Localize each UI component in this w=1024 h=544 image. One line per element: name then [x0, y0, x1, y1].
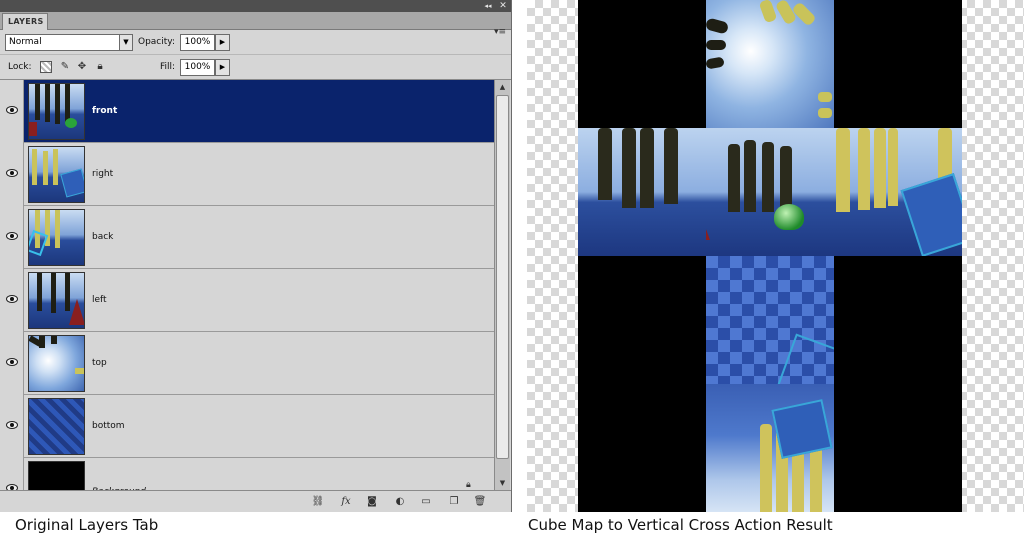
- cross-face-bottom: [706, 256, 834, 384]
- visibility-toggle[interactable]: [0, 143, 24, 206]
- layer-name[interactable]: left: [92, 269, 107, 332]
- caption-cross-result: Cube Map to Vertical Cross Action Result: [528, 516, 833, 534]
- visibility-toggle[interactable]: [0, 458, 24, 490]
- visibility-toggle[interactable]: [0, 332, 24, 395]
- lock-label: Lock:: [8, 62, 32, 72]
- layer-lock-icon: 🔒︎: [466, 480, 471, 490]
- layer-thumbnail: [28, 83, 85, 140]
- cross-face-front: [706, 128, 834, 256]
- layer-list: front right back left top bottom 🔒︎: [0, 80, 494, 490]
- blend-row: Normal ▼ Opacity: 100% ▶: [0, 30, 511, 55]
- new-layer-icon[interactable]: ❐: [446, 494, 462, 509]
- layer-list-scrollbar[interactable]: ▲ ▼: [494, 80, 510, 490]
- cross-face-left: [578, 128, 706, 256]
- eye-icon[interactable]: [6, 295, 18, 303]
- link-layers-icon[interactable]: ⛓︎: [310, 494, 326, 509]
- eye-icon[interactable]: [6, 232, 18, 240]
- eye-icon[interactable]: [6, 106, 18, 114]
- fill-slider-button[interactable]: ▶: [215, 59, 230, 76]
- lock-transparent-pixels-icon[interactable]: [40, 61, 52, 73]
- visibility-toggle[interactable]: [0, 395, 24, 458]
- layers-panel: ◂◂ ✕ LAYERS ▾≡ Normal ▼ Opacity: 100% ▶ …: [0, 0, 512, 512]
- chevron-down-icon[interactable]: ▼: [119, 35, 132, 50]
- layer-name[interactable]: front: [92, 80, 117, 143]
- caption-original-layers: Original Layers Tab: [15, 516, 159, 534]
- layer-thumbnail: [28, 461, 85, 490]
- scroll-up-icon[interactable]: ▲: [495, 80, 510, 94]
- fill-input[interactable]: 100%: [180, 59, 215, 76]
- collapse-icon[interactable]: ◂◂: [483, 0, 493, 12]
- cross-face-back: [706, 384, 834, 512]
- blend-mode-select[interactable]: Normal ▼: [5, 34, 133, 51]
- fx-icon[interactable]: fx: [338, 494, 354, 509]
- blend-mode-value: Normal: [9, 37, 42, 47]
- adjustment-layer-icon[interactable]: ◐: [392, 494, 408, 509]
- layer-row-background[interactable]: Background 🔒︎: [0, 458, 494, 490]
- lock-position-icon[interactable]: ✥: [76, 61, 88, 73]
- tab-strip: LAYERS ▾≡: [0, 12, 511, 37]
- layer-name[interactable]: right: [92, 143, 113, 206]
- eye-icon[interactable]: [6, 358, 18, 366]
- opacity-input[interactable]: 100%: [180, 34, 215, 51]
- layer-name[interactable]: back: [92, 206, 113, 269]
- close-icon[interactable]: ✕: [497, 0, 509, 12]
- vertical-cross-image: [578, 0, 962, 512]
- layer-row-back[interactable]: back: [0, 206, 494, 269]
- eye-icon[interactable]: [6, 421, 18, 429]
- layer-thumbnail: [28, 398, 85, 455]
- layer-thumbnail: [28, 335, 85, 392]
- visibility-toggle[interactable]: [0, 206, 24, 269]
- opacity-slider-button[interactable]: ▶: [215, 34, 230, 51]
- cross-face-right: [834, 128, 962, 256]
- layer-thumbnail: [28, 209, 85, 266]
- visibility-toggle[interactable]: [0, 269, 24, 332]
- layer-name[interactable]: Background: [92, 461, 146, 490]
- layer-row-top[interactable]: top: [0, 332, 494, 395]
- fill-label: Fill:: [160, 62, 176, 72]
- layer-name[interactable]: bottom: [92, 395, 125, 458]
- lock-row: Lock: ✎ ✥ 🔒︎ Fill: 100% ▶: [0, 55, 511, 80]
- add-mask-icon[interactable]: ◙: [364, 494, 380, 509]
- lock-image-pixels-icon[interactable]: ✎: [59, 61, 71, 73]
- layer-name[interactable]: top: [92, 332, 107, 395]
- scroll-down-icon[interactable]: ▼: [495, 476, 510, 490]
- layer-row-right[interactable]: right: [0, 143, 494, 206]
- layer-thumbnail: [28, 146, 85, 203]
- eye-icon[interactable]: [6, 169, 18, 177]
- layer-row-front[interactable]: front: [0, 80, 494, 143]
- visibility-toggle[interactable]: [0, 80, 24, 143]
- layer-row-left[interactable]: left: [0, 269, 494, 332]
- new-group-icon[interactable]: ▭: [418, 494, 434, 509]
- opacity-label: Opacity:: [138, 37, 175, 47]
- panel-footer: ⛓︎ fx ◙ ◐ ▭ ❐ 🗑︎: [0, 490, 511, 512]
- delete-icon[interactable]: 🗑︎: [472, 494, 488, 509]
- panel-title-bar: ◂◂ ✕: [0, 0, 511, 12]
- tab-layers[interactable]: LAYERS: [2, 13, 48, 30]
- scroll-thumb[interactable]: [496, 95, 509, 459]
- layer-thumbnail: [28, 272, 85, 329]
- layer-row-bottom[interactable]: bottom: [0, 395, 494, 458]
- lock-all-icon[interactable]: 🔒︎: [94, 61, 106, 73]
- cross-face-top: [706, 0, 834, 128]
